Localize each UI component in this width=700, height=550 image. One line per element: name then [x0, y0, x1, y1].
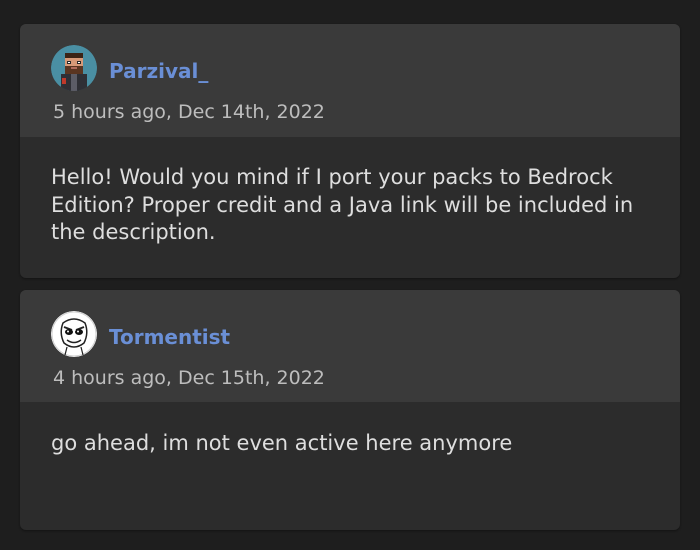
pixel-avatar-icon [51, 45, 97, 91]
avatar[interactable] [51, 311, 97, 357]
comment-header: Parzival_ 5 hours ago, Dec 14th, 2022 [20, 24, 680, 137]
comment-card: Tormentist 4 hours ago, Dec 15th, 2022 g… [20, 290, 680, 530]
comment-header: Tormentist 4 hours ago, Dec 15th, 2022 [20, 290, 680, 402]
comment-author[interactable]: Parzival_ [109, 59, 208, 83]
comment-timestamp: 4 hours ago, Dec 15th, 2022 [53, 367, 325, 389]
troll-face-icon [51, 311, 97, 357]
comment-body: go ahead, im not even active here anymor… [51, 431, 513, 455]
comment-author[interactable]: Tormentist [109, 325, 230, 349]
comment-body: Hello! Would you mind if I port your pac… [51, 165, 634, 244]
avatar[interactable] [51, 45, 97, 91]
comment-card: Parzival_ 5 hours ago, Dec 14th, 2022 He… [20, 24, 680, 278]
comment-timestamp: 5 hours ago, Dec 14th, 2022 [53, 101, 325, 123]
